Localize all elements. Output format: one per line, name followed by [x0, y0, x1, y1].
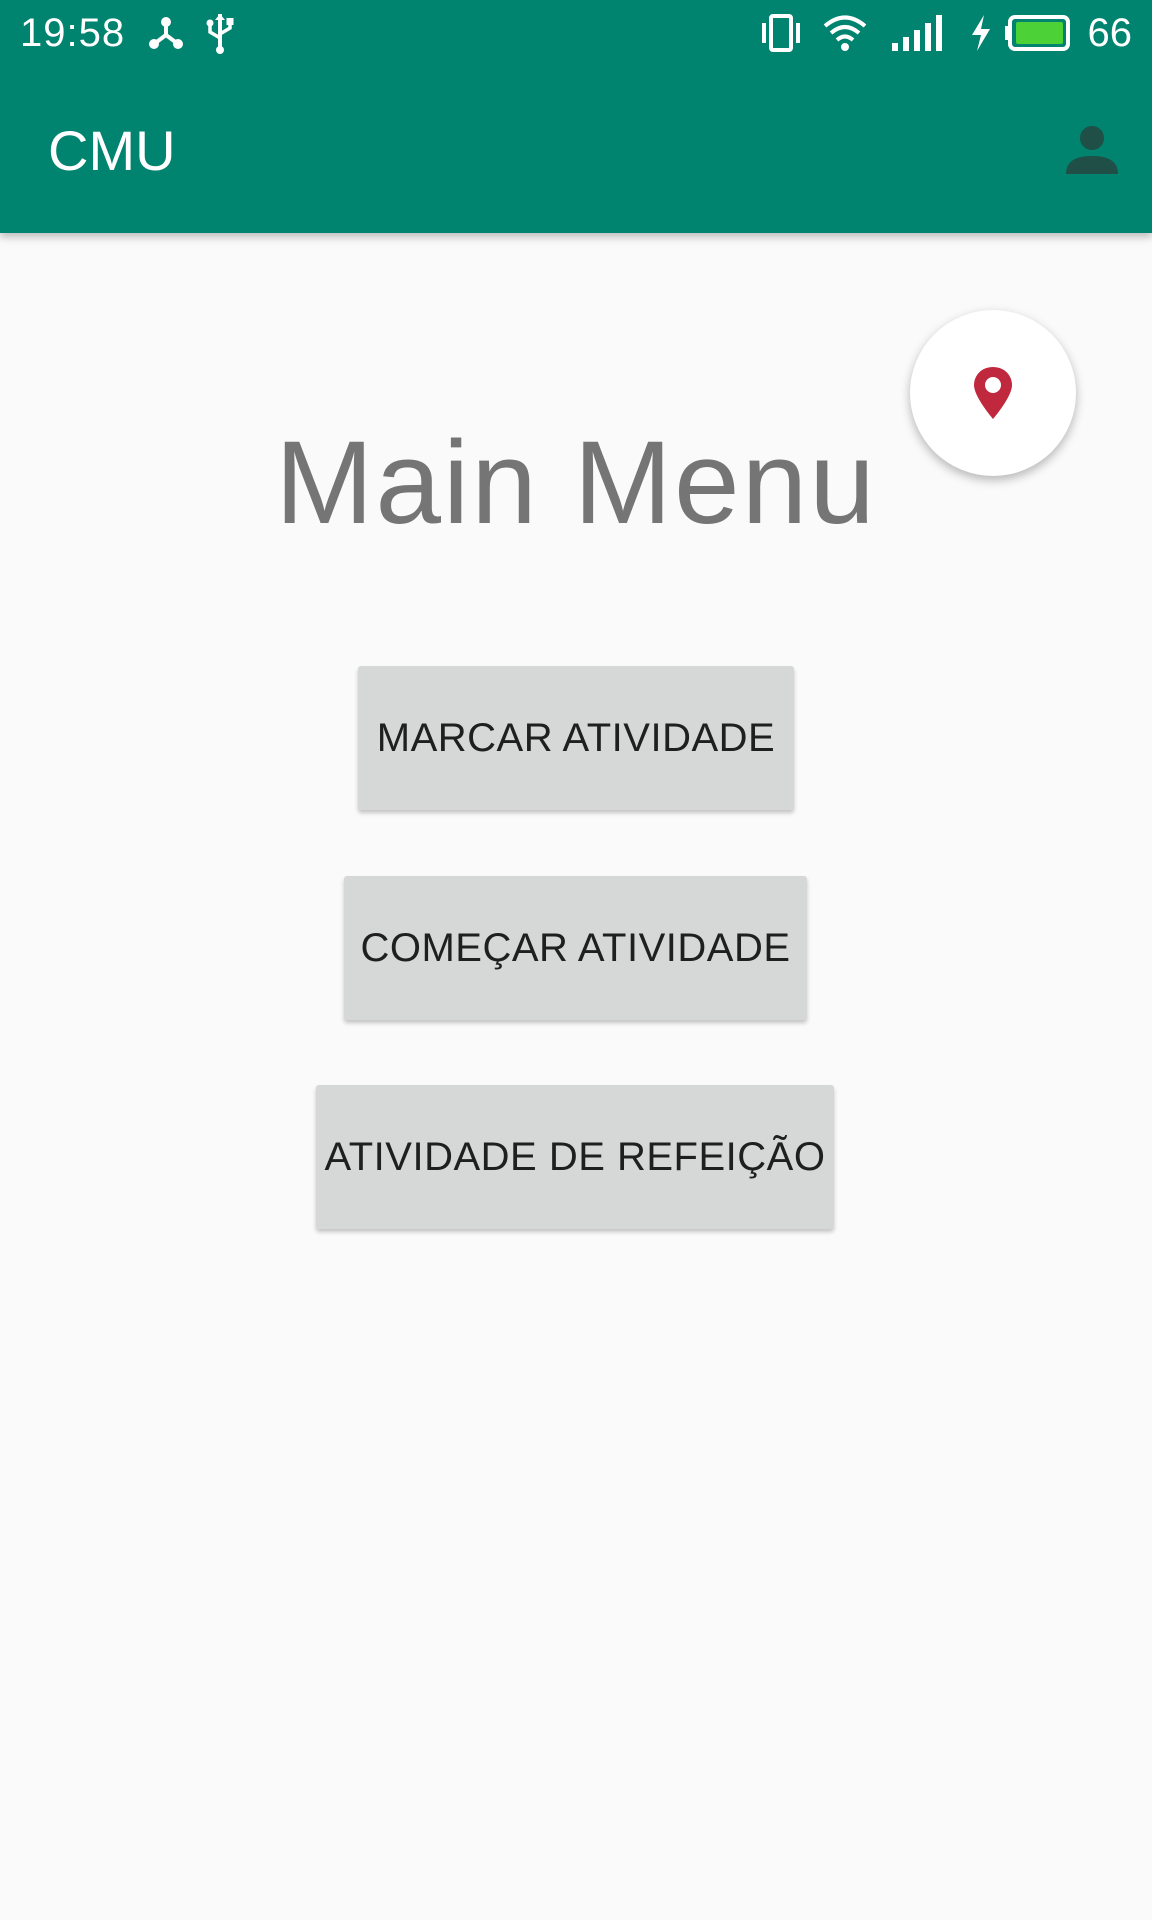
usb-icon — [204, 10, 236, 56]
nearby-share-icon — [146, 10, 186, 56]
signal-icon — [890, 10, 946, 56]
account-icon — [1066, 126, 1118, 174]
location-fab-button[interactable] — [910, 310, 1076, 476]
marcar-atividade-button[interactable]: MARCAR ATIVIDADE — [358, 666, 794, 810]
battery-level: 66 — [1087, 11, 1133, 55]
location-pin-icon — [974, 367, 1012, 419]
status-bar: 19:58 66 — [0, 0, 1152, 66]
status-time: 19:58 — [20, 11, 126, 55]
top-bar: 19:58 66 CMU — [0, 0, 1152, 233]
wifi-icon — [822, 10, 868, 56]
comecar-atividade-button[interactable]: COMEÇAR ATIVIDADE — [344, 876, 807, 1020]
vibrate-icon — [760, 10, 802, 56]
account-button[interactable] — [1060, 118, 1124, 182]
atividade-de-refeicao-button[interactable]: ATIVIDADE DE REFEIÇÃO — [316, 1085, 834, 1229]
app-title: CMU — [48, 119, 176, 182]
charging-icon — [968, 10, 994, 56]
battery-icon — [1004, 10, 1072, 56]
screen: 19:58 66 CMU Main Menu MARCAR ATIVIDADE … — [0, 0, 1152, 1920]
